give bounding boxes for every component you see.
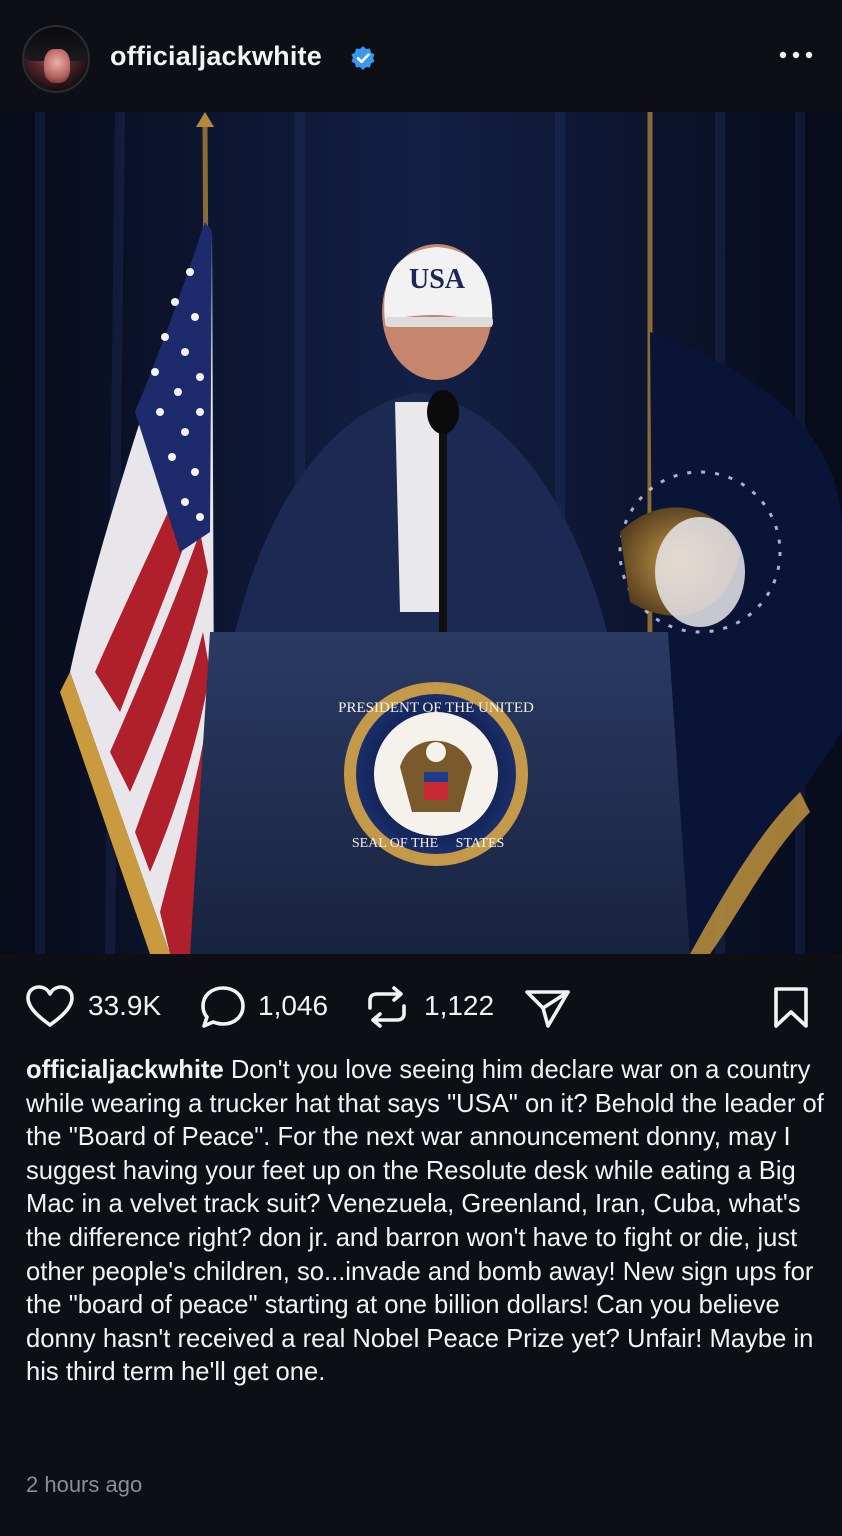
repost-icon xyxy=(368,986,406,1028)
hat-text: USA xyxy=(409,264,466,295)
post-image-illustration: USA PRESIDENT OF THE UNITED SEAL OF THE … xyxy=(0,112,842,954)
post-header: officialjackwhite xyxy=(0,0,842,112)
seal-text-top: PRESIDENT OF THE UNITED xyxy=(338,700,534,716)
comment-icon xyxy=(201,986,245,1028)
like-button[interactable]: 33.9K xyxy=(24,976,174,1036)
post-caption: officialjackwhite Don't you love seeing … xyxy=(26,1054,826,1390)
post-username[interactable]: officialjackwhite xyxy=(110,41,322,72)
avatar-face xyxy=(44,49,70,83)
comment-count: 1,046 xyxy=(258,990,329,1021)
more-horizontal-icon[interactable] xyxy=(778,44,814,66)
caption-text: Don't you love seeing him declare war on… xyxy=(26,1056,824,1387)
bookmark-button[interactable] xyxy=(770,976,816,1036)
heart-icon xyxy=(26,985,74,1027)
share-icon xyxy=(525,990,570,1028)
post-image[interactable]: USA PRESIDENT OF THE UNITED SEAL OF THE … xyxy=(0,112,842,954)
verified-badge-icon xyxy=(351,46,375,70)
seal-text-bottom: SEAL OF THE xyxy=(352,836,438,851)
post-actions: 33.9K 1,046 1,122 xyxy=(0,976,842,1036)
post-timestamp[interactable]: 2 hours ago xyxy=(26,1472,142,1498)
avatar[interactable] xyxy=(22,25,90,93)
seal-text-right: STATES xyxy=(456,836,505,851)
bookmark-icon xyxy=(774,987,808,1028)
share-button[interactable] xyxy=(522,976,574,1036)
caption-username[interactable]: officialjackwhite xyxy=(26,1056,224,1084)
repost-count: 1,122 xyxy=(424,990,495,1021)
comment-button[interactable]: 1,046 xyxy=(198,976,348,1036)
repost-button[interactable]: 1,122 xyxy=(362,976,512,1036)
like-count: 33.9K xyxy=(88,990,162,1021)
